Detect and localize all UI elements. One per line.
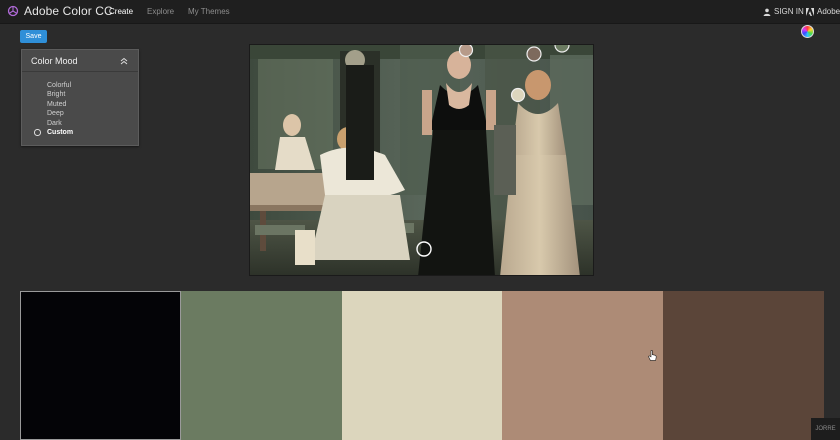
- nav-my-themes[interactable]: My Themes: [188, 7, 230, 16]
- source-image: [249, 44, 594, 276]
- mood-option-colorful[interactable]: Colorful: [47, 81, 73, 90]
- swatch-1[interactable]: [20, 291, 181, 440]
- mood-option-deep[interactable]: Deep: [47, 109, 73, 118]
- adobe-logo-icon: [806, 7, 814, 16]
- mood-option-dark[interactable]: Dark: [47, 119, 73, 128]
- user-icon: [763, 8, 771, 16]
- color-mood-panel: Color Mood Colorful Bright Muted Deep Da…: [21, 49, 139, 146]
- save-button[interactable]: Save: [20, 30, 47, 43]
- brand[interactable]: Adobe Color CC: [7, 4, 113, 18]
- color-wheel-icon[interactable]: [801, 25, 814, 38]
- adobe-link[interactable]: Adobe: [806, 7, 840, 16]
- mood-option-bright[interactable]: Bright: [47, 90, 73, 99]
- swatch-4[interactable]: [502, 291, 664, 440]
- chevron-up-icon[interactable]: [119, 56, 129, 66]
- mood-option-custom-label: Custom: [47, 128, 74, 136]
- watermark: JORRE: [811, 418, 840, 440]
- top-bar: Adobe Color CC Create Explore My Themes …: [0, 0, 840, 24]
- sign-in-link[interactable]: SIGN IN: [763, 7, 804, 16]
- nav-explore[interactable]: Explore: [147, 7, 174, 16]
- adobe-label: Adobe: [817, 7, 840, 16]
- color-swatches: [20, 291, 824, 440]
- color-mood-title: Color Mood: [31, 56, 78, 66]
- color-mood-header[interactable]: Color Mood: [22, 50, 138, 72]
- swatch-2[interactable]: [180, 291, 342, 440]
- app-title: Adobe Color CC: [24, 4, 113, 18]
- creative-cloud-icon: [7, 5, 19, 17]
- nav-create[interactable]: Create: [109, 7, 133, 16]
- swatch-5[interactable]: [663, 291, 824, 440]
- mood-option-muted[interactable]: Muted: [47, 100, 73, 109]
- radio-selected-icon: [34, 129, 41, 136]
- swatch-3[interactable]: [341, 291, 503, 440]
- color-mood-options: Colorful Bright Muted Deep Dark Custom: [34, 81, 74, 137]
- source-image-illustration: [250, 45, 593, 275]
- mood-option-custom[interactable]: Custom: [34, 128, 74, 137]
- hand-cursor-icon: [648, 350, 657, 361]
- sign-in-label: SIGN IN: [774, 7, 804, 16]
